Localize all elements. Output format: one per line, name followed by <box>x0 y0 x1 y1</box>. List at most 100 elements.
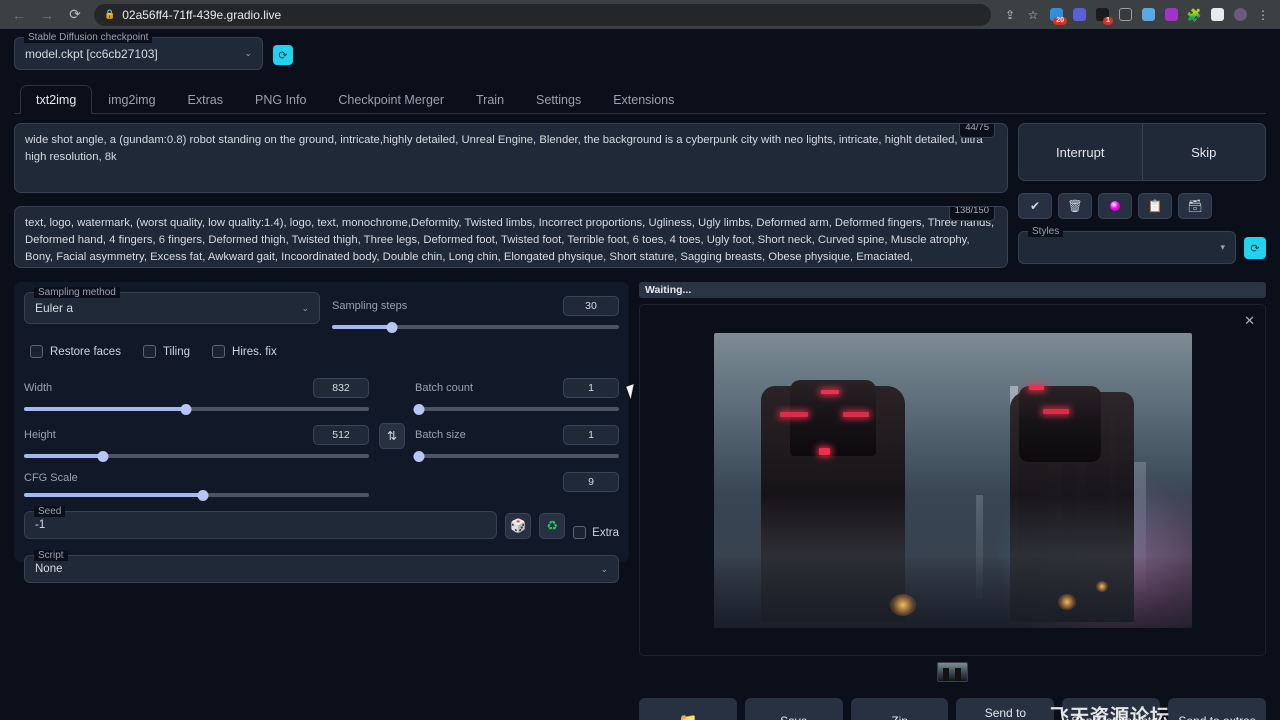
sampling-steps-track[interactable] <box>332 325 619 329</box>
ia-extension-icon[interactable] <box>1068 4 1090 26</box>
generated-image[interactable] <box>714 333 1192 628</box>
batch-count-track[interactable] <box>415 407 619 411</box>
office-extension-icon[interactable] <box>1160 4 1182 26</box>
browser-menu-icon[interactable]: ⋮ <box>1252 4 1274 26</box>
sampling-steps-label: Sampling steps <box>332 300 407 312</box>
batch-size-value[interactable]: 1 <box>563 425 619 445</box>
tiling-checkbox[interactable]: Tiling <box>143 345 190 358</box>
hires-fix-label: Hires. fix <box>232 346 277 358</box>
tab-train[interactable]: Train <box>460 85 520 114</box>
apply-style-clipboard-icon[interactable]: 📋 <box>1138 193 1172 219</box>
restore-faces-checkbox[interactable]: Restore faces <box>30 345 121 358</box>
cfg-scale-slider[interactable]: CFG Scale <box>24 468 369 497</box>
skip-button[interactable]: Skip <box>1142 124 1266 180</box>
recycle-seed-icon[interactable]: ♻ <box>539 513 565 539</box>
save-style-icon[interactable]: 🗃 <box>1178 193 1212 219</box>
seed-label: Seed <box>34 506 65 517</box>
sampling-method-value: Euler a <box>35 301 73 315</box>
webui-app: Stable Diffusion checkpoint model.ckpt [… <box>0 29 1280 720</box>
result-gallery[interactable]: ✕ <box>639 304 1266 656</box>
apply-styles-icon[interactable]: ⟳ <box>1244 237 1266 259</box>
gallery-thumbnail-1[interactable] <box>937 662 968 682</box>
refresh-checkpoint-icon[interactable]: ⟳ <box>273 45 293 65</box>
chevron-down-icon: ⌄ <box>301 303 309 314</box>
output-action-buttons: 📁 Save Zip Send to img2img Send to inpai… <box>639 698 1266 720</box>
progress-status: Waiting... <box>639 282 1266 298</box>
random-seed-dice-icon[interactable]: 🎲 <box>505 513 531 539</box>
tab-img2img[interactable]: img2img <box>92 85 171 114</box>
checkbox-icon <box>30 345 43 358</box>
share-icon[interactable]: ⇪ <box>999 4 1021 26</box>
hires-fix-checkbox[interactable]: Hires. fix <box>212 345 277 358</box>
sync-extension-icon[interactable]: 20 <box>1045 4 1067 26</box>
settings-panel: Sampling method Euler a ⌄ Sampling steps… <box>14 282 629 562</box>
sampling-steps-slider[interactable]: Sampling steps 30 <box>332 292 619 329</box>
seed-row: Seed -1 🎲 ♻ Extra <box>24 511 619 539</box>
cfg-scale-label: CFG Scale <box>24 472 78 484</box>
sampling-method-dropdown[interactable]: Sampling method Euler a ⌄ <box>24 292 320 324</box>
sidepanel-icon[interactable] <box>1206 4 1228 26</box>
script-label: Script <box>34 550 68 561</box>
generate-controls: Interrupt Skip ✔ 🗑 📋 🗃 Styles ▾ ⟳ <box>1018 123 1266 268</box>
width-value[interactable]: 832 <box>313 378 369 398</box>
video-extension-icon[interactable]: 1 <box>1091 4 1113 26</box>
tab-txt2img[interactable]: txt2img <box>20 85 92 114</box>
address-bar[interactable]: 🔒 02a56ff4-71ff-439e.gradio.live <box>94 4 991 26</box>
script-dropdown[interactable]: Script None ⌄ <box>24 555 619 583</box>
extra-seed-checkbox[interactable]: Extra <box>573 526 619 539</box>
image-extension-icon[interactable] <box>1137 4 1159 26</box>
chevron-down-icon: ⌄ <box>600 564 608 575</box>
lock-icon: 🔒 <box>104 9 115 20</box>
styles-dropdown[interactable]: Styles ▾ <box>1018 231 1236 264</box>
width-slider[interactable]: Width 832 <box>24 374 369 411</box>
puzzle-extension-icon[interactable]: 🧩 <box>1183 4 1205 26</box>
cfg-scale-value[interactable]: 9 <box>563 472 619 492</box>
tab-extras[interactable]: Extras <box>172 85 239 114</box>
forward-icon[interactable]: → <box>34 3 60 27</box>
checkbox-icon <box>212 345 225 358</box>
width-track[interactable] <box>24 407 369 411</box>
interrupt-button[interactable]: Interrupt <box>1019 124 1142 180</box>
batch-count-value[interactable]: 1 <box>563 378 619 398</box>
notion-extension-icon[interactable] <box>1114 4 1136 26</box>
height-label: Height <box>24 429 56 441</box>
sampling-steps-value[interactable]: 30 <box>563 296 619 316</box>
swap-dimensions-icon[interactable]: ⇅ <box>379 423 405 449</box>
height-track[interactable] <box>24 454 369 458</box>
prompt-token-counter: 44/75 <box>959 123 995 138</box>
send-to-img2img-button[interactable]: Send to img2img <box>956 698 1054 720</box>
bookmark-star-icon[interactable]: ☆ <box>1022 4 1044 26</box>
batch-count-slider[interactable]: Batch count 1 <box>415 374 619 411</box>
clear-prompt-trash-icon[interactable]: 🗑 <box>1058 193 1092 219</box>
restore-progress-icon[interactable]: ✔ <box>1018 193 1052 219</box>
script-value: None <box>35 563 63 575</box>
output-panel: Waiting... ✕ <box>639 282 1266 720</box>
back-icon[interactable]: ← <box>6 3 32 27</box>
tab-png-info[interactable]: PNG Info <box>239 85 322 114</box>
tab-extensions[interactable]: Extensions <box>597 85 690 114</box>
reload-icon[interactable]: ⟳ <box>62 3 88 27</box>
read-generation-params-icon[interactable] <box>1098 193 1132 219</box>
zip-button[interactable]: Zip <box>851 698 949 720</box>
close-icon[interactable]: ✕ <box>1244 313 1255 329</box>
checkpoint-dropdown[interactable]: Stable Diffusion checkpoint model.ckpt [… <box>14 37 263 70</box>
batch-size-label: Batch size <box>415 429 466 441</box>
batch-size-track[interactable] <box>415 454 619 458</box>
width-label: Width <box>24 382 52 394</box>
chevron-down-icon: ▾ <box>1220 242 1225 253</box>
profile-avatar-icon[interactable] <box>1229 4 1251 26</box>
save-button[interactable]: Save <box>745 698 843 720</box>
tab-settings[interactable]: Settings <box>520 85 597 114</box>
negative-prompt-input[interactable]: 138/150 text, logo, watermark, (worst qu… <box>14 206 1008 268</box>
cfg-scale-track[interactable] <box>24 493 369 497</box>
prompt-input[interactable]: 44/75 wide shot angle, a (gundam:0.8) ro… <box>14 123 1008 193</box>
height-slider[interactable]: Height 512 <box>24 421 369 458</box>
send-to-extras-button[interactable]: Send to extras <box>1168 698 1266 720</box>
dimensions-row: Width 832 Height 512 <box>24 374 619 497</box>
main-tabs: txt2img img2img Extras PNG Info Checkpoi… <box>14 84 1266 114</box>
open-folder-button[interactable]: 📁 <box>639 698 737 720</box>
tab-checkpoint-merger[interactable]: Checkpoint Merger <box>322 85 460 114</box>
seed-input[interactable]: Seed -1 <box>24 511 497 539</box>
batch-size-slider[interactable]: Batch size 1 <box>415 421 619 458</box>
height-value[interactable]: 512 <box>313 425 369 445</box>
